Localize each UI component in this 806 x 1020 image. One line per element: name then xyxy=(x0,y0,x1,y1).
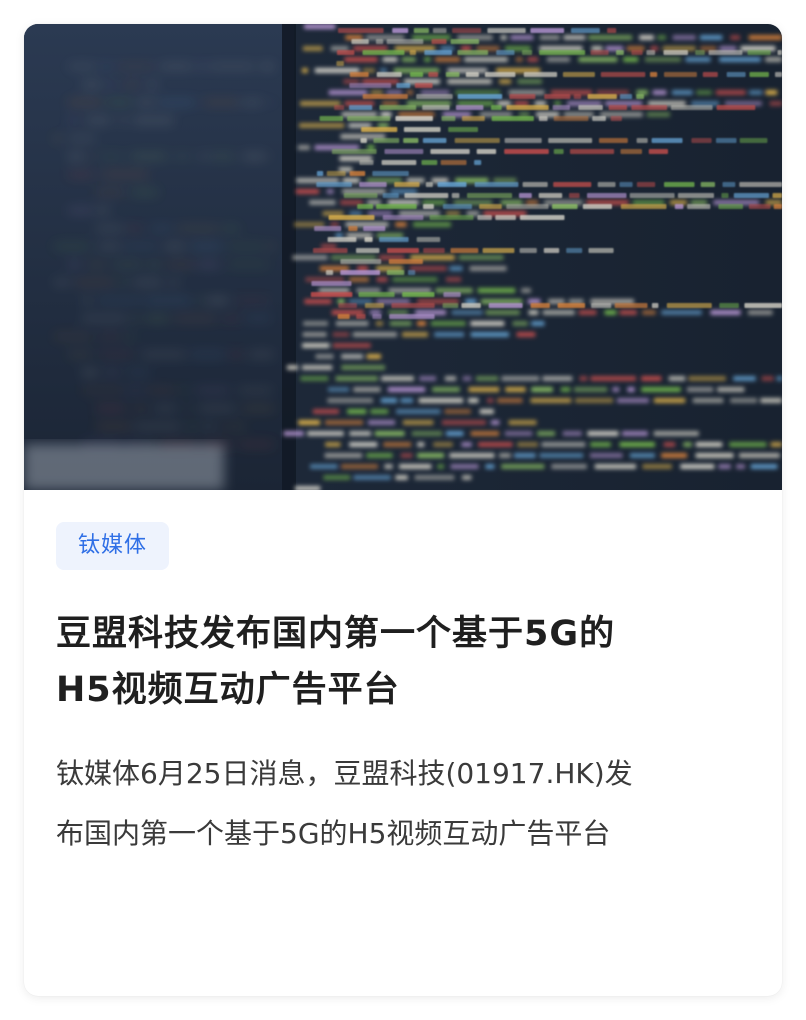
article-title-line-2: H5视频互动广告平台 xyxy=(56,670,400,710)
article-summary: 钛媒体6月25日消息，豆盟科技(01917.HK)发 布国内第一个基于5G的H5… xyxy=(56,744,756,864)
cover-image xyxy=(24,24,782,490)
article-title[interactable]: 豆盟科技发布国内第一个基于5G的 H5视频互动广告平台 xyxy=(56,606,756,718)
article-card[interactable]: 钛媒体 豆盟科技发布国内第一个基于5G的 H5视频互动广告平台 钛媒体6月25日… xyxy=(24,24,782,996)
article-summary-line-2: 布国内第一个基于5G的H5视频互动广告平台 xyxy=(56,817,611,850)
article-title-line-1: 豆盟科技发布国内第一个基于5G的 xyxy=(56,614,616,654)
source-tag[interactable]: 钛媒体 xyxy=(56,522,170,570)
article-summary-line-1: 钛媒体6月25日消息，豆盟科技(01917.HK)发 xyxy=(56,757,633,790)
